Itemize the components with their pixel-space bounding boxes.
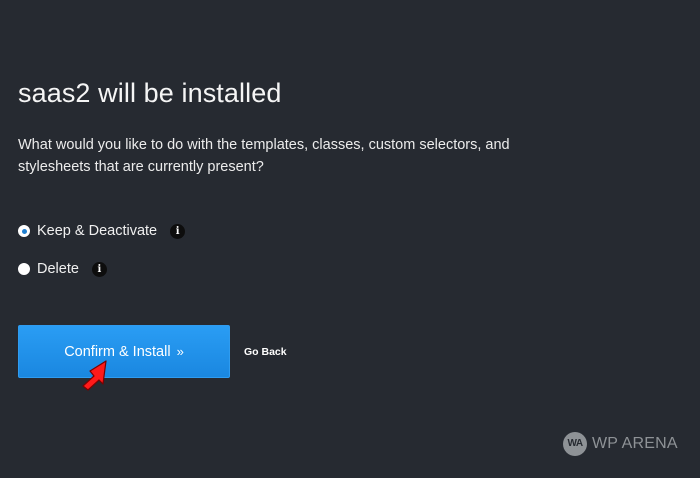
watermark: WA WP ARENA [563, 432, 678, 456]
option-delete[interactable]: Delete i [18, 261, 107, 277]
red-arrow-pointer-icon [82, 360, 107, 391]
chevron-right-icon: » [176, 344, 184, 359]
page-title: saas2 will be installed [18, 78, 282, 108]
go-back-link[interactable]: Go Back [244, 346, 287, 358]
info-icon[interactable]: i [170, 223, 186, 239]
keep-deactivate-label: Keep & Deactivate [37, 223, 158, 239]
keep-deactivate-radio[interactable] [18, 225, 30, 237]
delete-radio[interactable] [18, 263, 30, 275]
info-icon[interactable]: i [91, 261, 107, 277]
wp-arena-logo-icon: WA [563, 432, 587, 456]
confirm-install-button[interactable]: Confirm & Install » [18, 325, 230, 378]
option-keep-deactivate[interactable]: Keep & Deactivate i [18, 223, 186, 239]
install-question: What would you like to do with the templ… [18, 137, 510, 175]
watermark-text: WP ARENA [592, 435, 678, 452]
delete-label: Delete [37, 261, 79, 277]
